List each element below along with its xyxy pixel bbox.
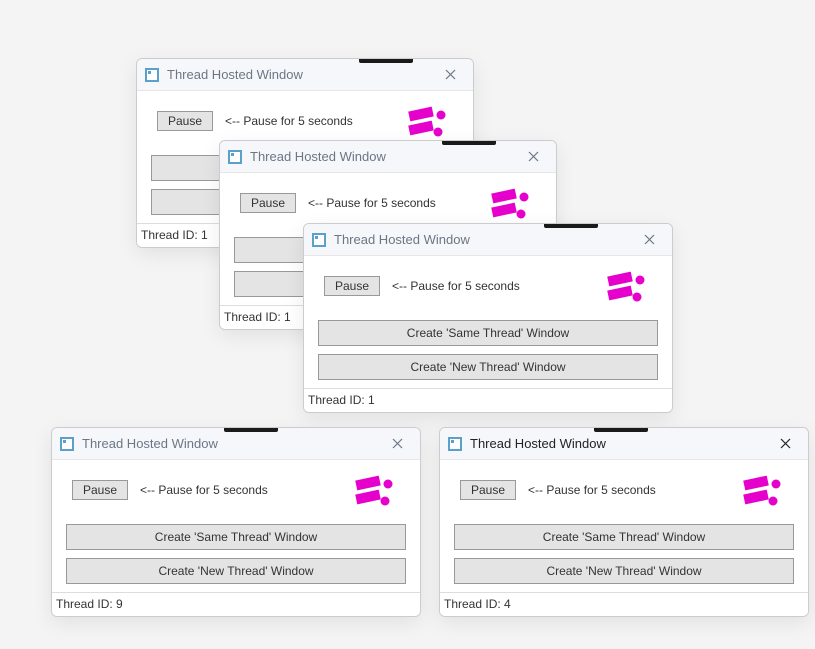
button-stack: Create 'Same Thread' Window Create 'New … bbox=[66, 524, 406, 584]
create-new-thread-button[interactable]: Create 'New Thread' Window bbox=[318, 354, 658, 380]
app-icon bbox=[448, 437, 462, 451]
close-icon bbox=[528, 151, 539, 162]
button-stack: Create 'Same Thread' Window Create 'New … bbox=[318, 320, 658, 380]
status-bar: Thread ID: 1 bbox=[304, 388, 672, 412]
window-title: Thread Hosted Window bbox=[82, 436, 382, 451]
titlebar[interactable]: Thread Hosted Window bbox=[220, 141, 556, 173]
pause-button[interactable]: Pause bbox=[240, 193, 296, 213]
titlebar[interactable]: Thread Hosted Window bbox=[440, 428, 808, 460]
create-new-thread-button[interactable]: Create 'New Thread' Window bbox=[454, 558, 794, 584]
create-same-thread-button[interactable]: Create 'Same Thread' Window bbox=[318, 320, 658, 346]
close-button[interactable] bbox=[518, 141, 548, 172]
pause-hint: <-- Pause for 5 seconds bbox=[308, 196, 436, 210]
thread-id-value: 9 bbox=[116, 597, 123, 611]
thread-id-label: Thread ID: bbox=[141, 228, 201, 242]
thread-id-label: Thread ID: bbox=[56, 597, 116, 611]
window-title: Thread Hosted Window bbox=[470, 436, 770, 451]
status-bar: Thread ID: 9 bbox=[52, 592, 420, 616]
thread-id-label: Thread ID: bbox=[444, 597, 504, 611]
app-icon bbox=[312, 233, 326, 247]
close-button[interactable] bbox=[634, 224, 664, 255]
thread-id-value: 1 bbox=[201, 228, 208, 242]
pause-hint: <-- Pause for 5 seconds bbox=[225, 114, 353, 128]
window-content: Pause <-- Pause for 5 seconds Create 'Sa… bbox=[52, 460, 420, 592]
brand-icon bbox=[354, 474, 396, 510]
window-notch bbox=[442, 140, 496, 145]
window-title: Thread Hosted Window bbox=[334, 232, 634, 247]
create-same-thread-button[interactable]: Create 'Same Thread' Window bbox=[454, 524, 794, 550]
create-new-thread-button[interactable]: Create 'New Thread' Window bbox=[66, 558, 406, 584]
window-title: Thread Hosted Window bbox=[167, 67, 435, 82]
window: Thread Hosted Window Pause <-- Pause for… bbox=[51, 427, 421, 617]
pause-button[interactable]: Pause bbox=[324, 276, 380, 296]
window-content: Pause <-- Pause for 5 seconds Create 'Sa… bbox=[304, 256, 672, 388]
close-icon bbox=[644, 234, 655, 245]
close-icon bbox=[392, 438, 403, 449]
window: Thread Hosted Window Pause <-- Pause for… bbox=[439, 427, 809, 617]
window-notch bbox=[224, 427, 278, 432]
brand-icon bbox=[742, 474, 784, 510]
status-bar: Thread ID: 4 bbox=[440, 592, 808, 616]
pause-hint: <-- Pause for 5 seconds bbox=[528, 483, 656, 497]
thread-id-label: Thread ID: bbox=[308, 393, 368, 407]
window-title: Thread Hosted Window bbox=[250, 149, 518, 164]
thread-id-label: Thread ID: bbox=[224, 310, 284, 324]
create-same-thread-button[interactable]: Create 'Same Thread' Window bbox=[66, 524, 406, 550]
close-icon bbox=[445, 69, 456, 80]
titlebar[interactable]: Thread Hosted Window bbox=[304, 224, 672, 256]
titlebar[interactable]: Thread Hosted Window bbox=[137, 59, 473, 91]
pause-button[interactable]: Pause bbox=[157, 111, 213, 131]
window-notch bbox=[594, 427, 648, 432]
button-stack: Create 'Same Thread' Window Create 'New … bbox=[454, 524, 794, 584]
close-button[interactable] bbox=[435, 59, 465, 90]
pause-hint: <-- Pause for 5 seconds bbox=[392, 279, 520, 293]
close-icon bbox=[780, 438, 791, 449]
pause-button[interactable]: Pause bbox=[72, 480, 128, 500]
window-notch bbox=[544, 223, 598, 228]
window-notch bbox=[359, 58, 413, 63]
app-icon bbox=[145, 68, 159, 82]
brand-icon bbox=[606, 270, 648, 306]
window: Thread Hosted Window Pause <-- Pause for… bbox=[303, 223, 673, 413]
brand-icon bbox=[490, 187, 532, 223]
pause-hint: <-- Pause for 5 seconds bbox=[140, 483, 268, 497]
close-button[interactable] bbox=[382, 428, 412, 459]
app-icon bbox=[228, 150, 242, 164]
close-button[interactable] bbox=[770, 428, 800, 459]
thread-id-value: 1 bbox=[368, 393, 375, 407]
titlebar[interactable]: Thread Hosted Window bbox=[52, 428, 420, 460]
pause-button[interactable]: Pause bbox=[460, 480, 516, 500]
brand-icon bbox=[407, 105, 449, 141]
app-icon bbox=[60, 437, 74, 451]
thread-id-value: 4 bbox=[504, 597, 511, 611]
window-content: Pause <-- Pause for 5 seconds Create 'Sa… bbox=[440, 460, 808, 592]
thread-id-value: 1 bbox=[284, 310, 291, 324]
